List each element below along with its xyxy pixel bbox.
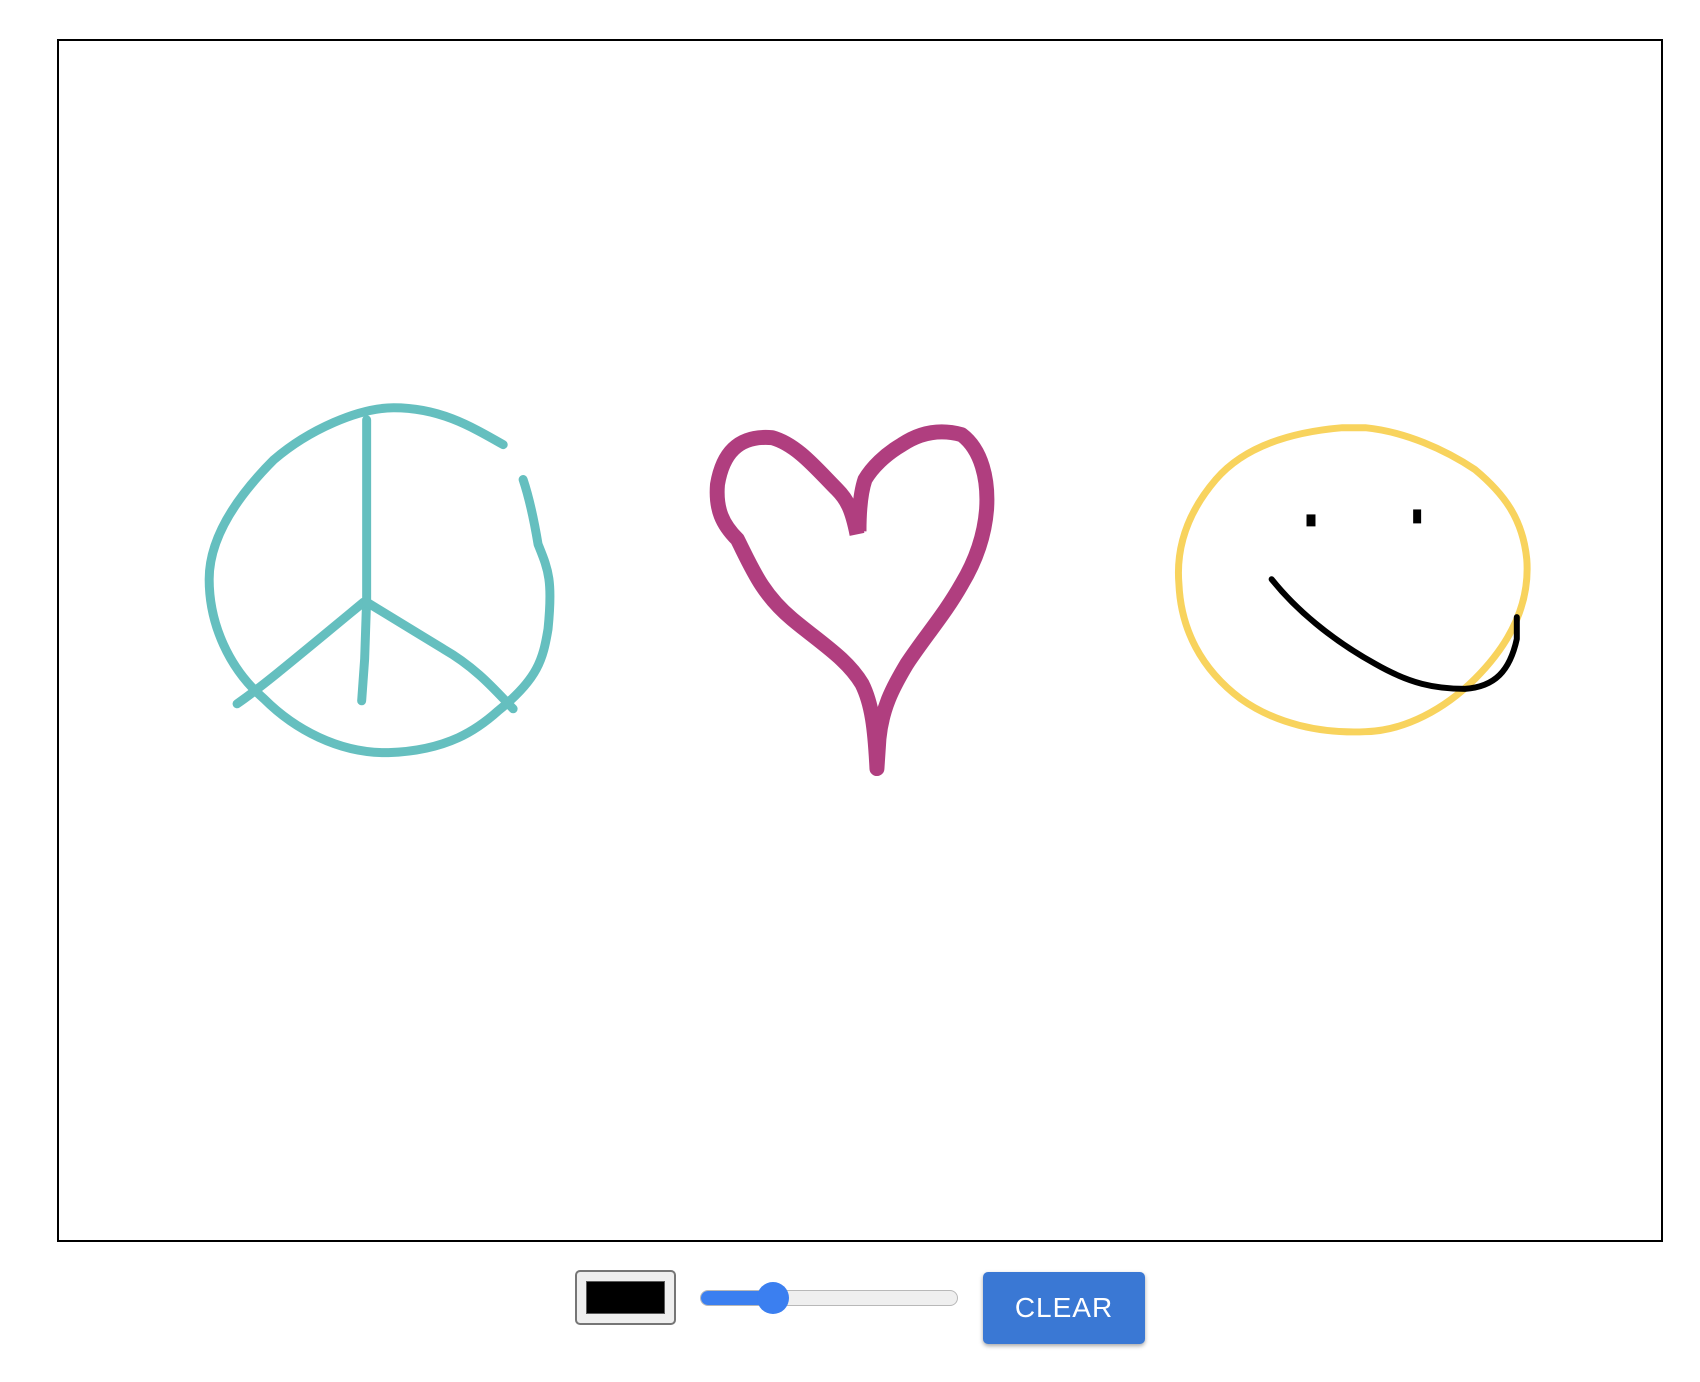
peace-sign-drawing xyxy=(204,403,555,758)
toolbar: CLEAR xyxy=(0,1270,1700,1350)
color-picker[interactable] xyxy=(575,1270,676,1325)
brush-size-slider[interactable] xyxy=(700,1280,958,1316)
right-eye xyxy=(1413,509,1422,524)
color-picker-value xyxy=(586,1281,665,1314)
drawing-canvas[interactable] xyxy=(57,39,1663,1242)
slider-track xyxy=(700,1290,958,1306)
left-eye xyxy=(1306,514,1316,527)
slider-thumb[interactable] xyxy=(756,1282,789,1314)
clear-button[interactable]: CLEAR xyxy=(983,1272,1145,1344)
heart-drawing xyxy=(709,424,995,777)
